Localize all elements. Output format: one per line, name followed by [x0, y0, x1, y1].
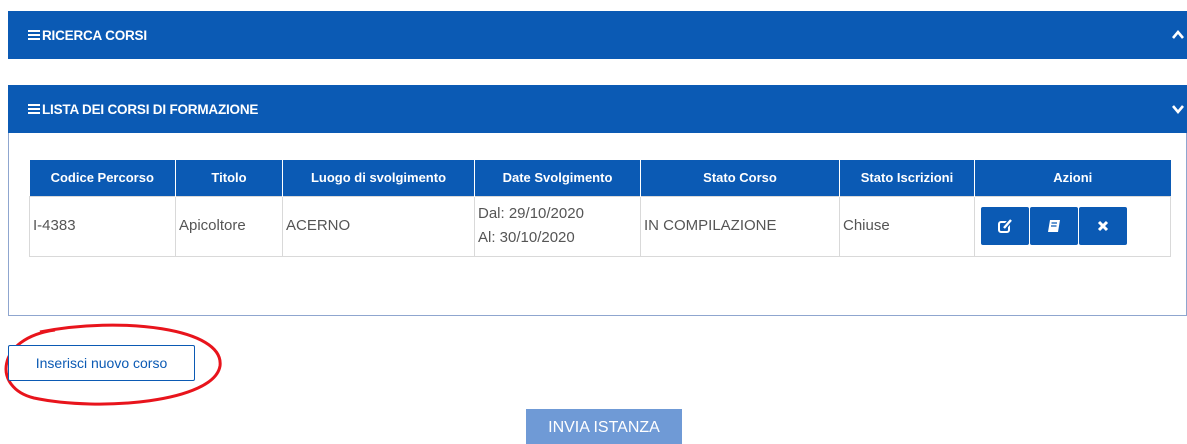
list-panel-title: LISTA DEI CORSI DI FORMAZIONE — [42, 101, 259, 117]
send-button[interactable]: INVIA ISTANZA — [526, 409, 682, 444]
view-button[interactable] — [1030, 207, 1078, 245]
table-row: I-4383 Apicoltore ACERNO Dal: 29/10/2020… — [29, 195, 1171, 257]
column-header: Codice Percorso — [29, 160, 176, 196]
delete-button[interactable] — [1079, 207, 1127, 245]
new-course-button[interactable]: Inserisci nuovo corso — [8, 345, 195, 381]
menu-icon — [28, 104, 40, 114]
edit-button[interactable] — [981, 207, 1029, 245]
edit-icon — [998, 218, 1013, 233]
cell-stato-iscrizioni: Chiuse — [839, 195, 975, 257]
cell-azioni — [974, 195, 1171, 257]
cell-titolo: Apicoltore — [175, 195, 283, 257]
date-to: Al: 30/10/2020 — [478, 229, 575, 246]
column-header: Stato Corso — [640, 160, 840, 196]
cell-stato-corso: IN COMPILAZIONE — [640, 195, 840, 257]
chevron-down-icon[interactable] — [1171, 102, 1185, 116]
search-panel-header[interactable]: RICERCA CORSI — [8, 11, 1187, 59]
column-header: Date Svolgimento — [474, 160, 641, 196]
menu-icon — [28, 30, 40, 40]
close-icon — [1097, 220, 1109, 232]
column-header: Luogo di svolgimento — [282, 160, 475, 196]
cell-codice: I-4383 — [29, 195, 176, 257]
cell-date: Dal: 29/10/2020 Al: 30/10/2020 — [474, 195, 641, 257]
date-from: Dal: 29/10/2020 — [478, 205, 584, 222]
column-header: Stato Iscrizioni — [839, 160, 975, 196]
column-header: Titolo — [175, 160, 283, 196]
cell-luogo: ACERNO — [282, 195, 475, 257]
column-header: Azioni — [974, 160, 1171, 196]
table-header-row: Codice Percorso Titolo Luogo di svolgime… — [29, 160, 1171, 196]
search-panel-title: RICERCA CORSI — [42, 27, 147, 43]
book-icon — [1048, 220, 1060, 232]
chevron-up-icon[interactable] — [1171, 28, 1185, 42]
list-panel-header[interactable]: LISTA DEI CORSI DI FORMAZIONE — [8, 85, 1187, 133]
courses-table: Codice Percorso Titolo Luogo di svolgime… — [29, 160, 1171, 257]
